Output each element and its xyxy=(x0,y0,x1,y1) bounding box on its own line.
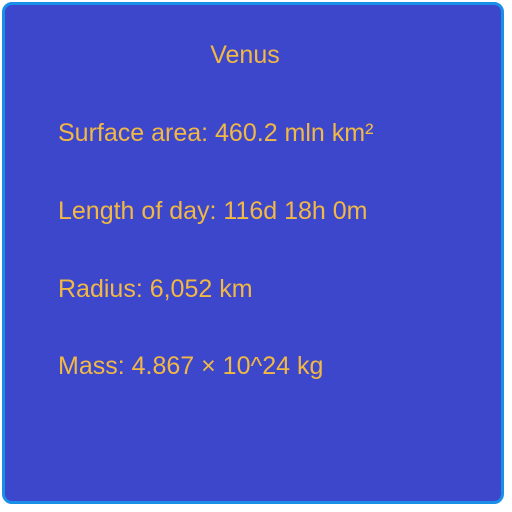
mass-fact: Mass: 4.867 × 10^24 kg xyxy=(58,352,324,380)
planet-name: Venus xyxy=(210,41,280,69)
surface-area-fact: Surface area: 460.2 mln km² xyxy=(58,119,374,147)
radius-fact: Radius: 6,052 km xyxy=(58,275,253,303)
planet-info-card: Venus Surface area: 460.2 mln km² Length… xyxy=(2,2,504,504)
length-of-day-fact: Length of day: 116d 18h 0m xyxy=(58,197,368,225)
